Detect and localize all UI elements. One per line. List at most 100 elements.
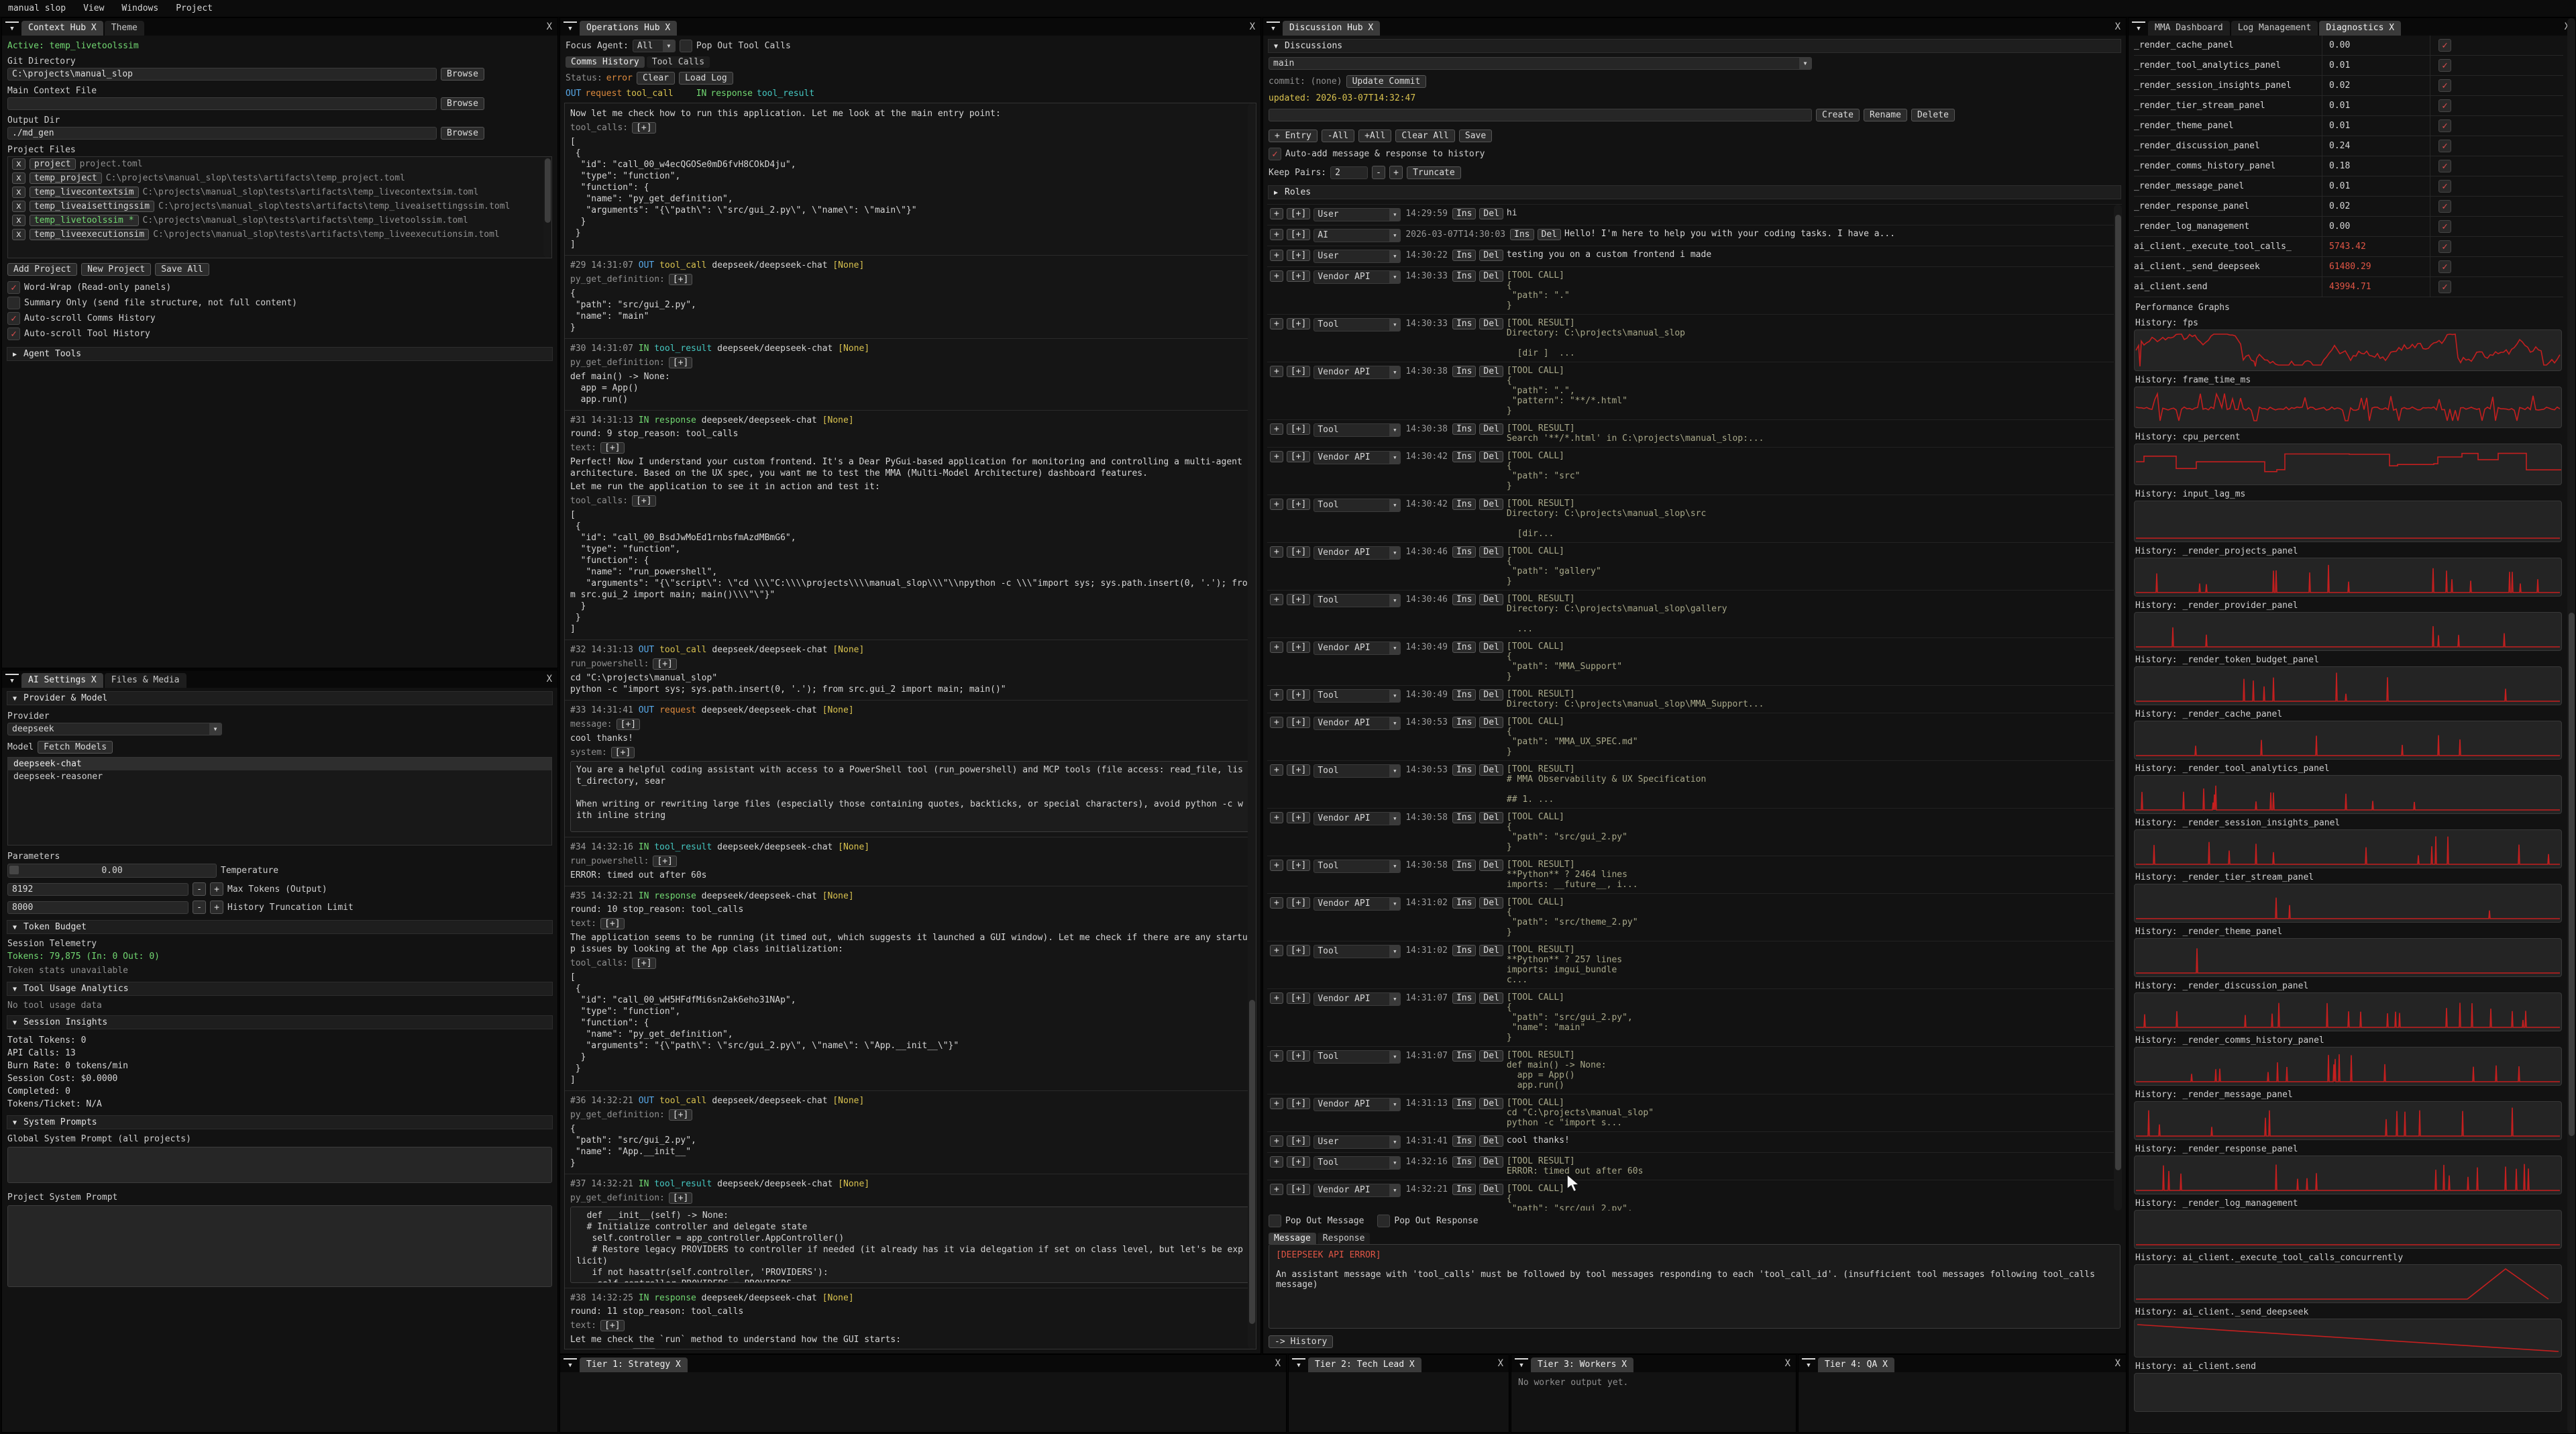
option-checkbox[interactable] [7,297,20,309]
expand-button[interactable]: [+] [669,274,692,285]
add-entry-button[interactable]: + [1270,1135,1283,1147]
popout-toolcalls-checkbox[interactable] [680,40,692,52]
add-entry-button[interactable]: + [1270,499,1283,510]
remove-file-button[interactable]: x [12,201,25,212]
add-entry-button[interactable]: + [1270,229,1283,240]
role-dropdown[interactable]: Tool▼ [1313,689,1401,703]
tab-response[interactable]: Response [1318,1233,1371,1244]
menu-item-project[interactable]: Project [176,3,213,13]
keep-pairs-plus[interactable]: + [1389,166,1403,179]
insert-button[interactable]: Ins [1452,594,1476,605]
expand-entry-button[interactable]: [+] [1287,1135,1310,1147]
delete-button[interactable]: Del [1479,897,1503,909]
insert-button[interactable]: Ins [1452,1156,1476,1168]
discussion-dropdown[interactable]: main▼ [1269,57,1812,70]
expand-button[interactable]: [+] [669,1192,692,1204]
delete-button[interactable]: Del [1479,1184,1503,1195]
delete-button[interactable]: Del [1479,642,1503,653]
timing-checkbox[interactable]: ✓ [2438,280,2451,293]
insert-button[interactable]: Ins [1452,1135,1476,1147]
collapse-icon[interactable]: ▼ [564,1358,577,1372]
expand-entry-button[interactable]: [+] [1287,860,1310,871]
history-trunc-plus[interactable]: + [210,901,223,914]
remove-file-button[interactable]: x [12,229,25,240]
insert-button[interactable]: Ins [1452,642,1476,653]
delete-button[interactable]: Del [1479,208,1503,219]
add-entry-button[interactable]: + [1270,270,1283,282]
role-dropdown[interactable]: Vendor API▼ [1313,992,1401,1006]
tab-theme[interactable]: Theme [105,21,144,36]
timing-checkbox[interactable]: ✓ [2438,240,2451,253]
log-scrollbar[interactable] [1249,1000,1255,1324]
menu-item-manual-slop[interactable]: manual slop [8,3,66,13]
expand-button[interactable]: [+] [669,357,692,368]
expand-entry-button[interactable]: [+] [1287,451,1310,462]
remove-file-button[interactable]: x [12,187,25,198]
insert-button[interactable]: Ins [1452,423,1476,435]
remove-file-button[interactable]: x [12,172,25,184]
add-entry-button[interactable]: + [1270,1184,1283,1195]
timing-checkbox[interactable]: ✓ [2438,260,2451,273]
autoadd-checkbox[interactable]: ✓ [1269,148,1281,160]
close-icon[interactable]: X [1250,21,1255,32]
provider-dropdown[interactable]: deepseek▼ [7,723,222,735]
max-tokens-input[interactable]: 8192 [7,883,189,896]
entries-clear-all-button[interactable]: Clear All [1395,130,1454,142]
expand-entry-button[interactable]: [+] [1287,945,1310,956]
tab-tier-3[interactable]: Tier 3: Workers X [1531,1358,1633,1372]
insert-button[interactable]: Ins [1452,764,1476,776]
expand-entry-button[interactable]: [+] [1287,689,1310,701]
timing-checkbox[interactable]: ✓ [2438,79,2451,92]
option-checkbox[interactable]: ✓ [7,327,20,340]
subtab-tool-calls[interactable]: Tool Calls [647,56,710,68]
expand-entry-button[interactable]: [+] [1287,764,1310,776]
add-entry-button[interactable]: + [1270,642,1283,653]
token-budget-header[interactable]: ▼Token Budget [7,920,553,934]
delete-button[interactable]: Del [1479,1050,1503,1062]
role-dropdown[interactable]: User▼ [1313,208,1401,221]
expand-entry-button[interactable]: [+] [1287,812,1310,823]
role-dropdown[interactable]: Tool▼ [1313,423,1401,437]
file-tag[interactable]: project [30,158,76,170]
load-log-button[interactable]: Load Log [679,72,733,85]
role-dropdown[interactable]: Vendor API▼ [1313,546,1401,560]
option-checkbox[interactable]: ✓ [7,281,20,294]
close-icon[interactable]: X [547,21,552,32]
add-entry-button[interactable]: + [1270,992,1283,1004]
rename-button[interactable]: Rename [1864,109,1907,121]
expand-button[interactable]: [+] [632,1348,655,1349]
add-entry-button[interactable]: + [1270,594,1283,605]
tab-tier-2[interactable]: Tier 2: Tech Lead X [1308,1358,1421,1372]
comms-log[interactable]: Now let me check how to run this applica… [564,103,1256,1349]
delete-button[interactable]: Del [1479,250,1503,261]
tab-message[interactable]: Message [1269,1233,1316,1244]
add-entry-button[interactable]: + [1270,318,1283,329]
insert-button[interactable]: Ins [1452,499,1476,510]
expand-button[interactable]: [+] [600,1320,624,1331]
model-option[interactable]: deepseek-chat [8,758,551,770]
expand-entry-button[interactable]: [+] [1287,1156,1310,1168]
subtab-comms-history[interactable]: Comms History [566,56,645,68]
collapse-icon[interactable]: ▼ [1515,1358,1528,1372]
add-entry-button[interactable]: + [1270,250,1283,261]
temperature-slider[interactable]: 0.00 [7,864,217,878]
role-dropdown[interactable]: Vendor API▼ [1313,270,1401,284]
role-dropdown[interactable]: Tool▼ [1313,764,1401,778]
close-icon[interactable]: X [547,674,552,684]
discussions-header[interactable]: ▼Discussions [1268,39,2121,53]
delete-button[interactable]: Del [1479,270,1503,282]
timing-checkbox[interactable]: ✓ [2438,180,2451,193]
expand-button[interactable]: [+] [600,442,624,454]
clear-button[interactable]: Clear [637,72,675,85]
keep-pairs-input[interactable]: 2 [1330,166,1368,179]
insert-button[interactable]: Ins [1452,546,1476,558]
tab-files-media[interactable]: Files & Media [105,673,186,688]
expand-entry-button[interactable]: [+] [1287,717,1310,728]
expand-entry-button[interactable]: [+] [1287,1184,1310,1195]
delete-button[interactable]: Del [1479,689,1503,701]
discussion-entries-list[interactable]: +[+]User▼14:29:59InsDelhi+[+]AI▼2026-03-… [1267,204,2122,1211]
expand-entry-button[interactable]: [+] [1287,992,1310,1004]
tab-operations-hub[interactable]: Operations Hub X [580,21,677,36]
entries--all-button[interactable]: -All [1322,130,1354,142]
add-entry-button[interactable]: + [1270,860,1283,871]
